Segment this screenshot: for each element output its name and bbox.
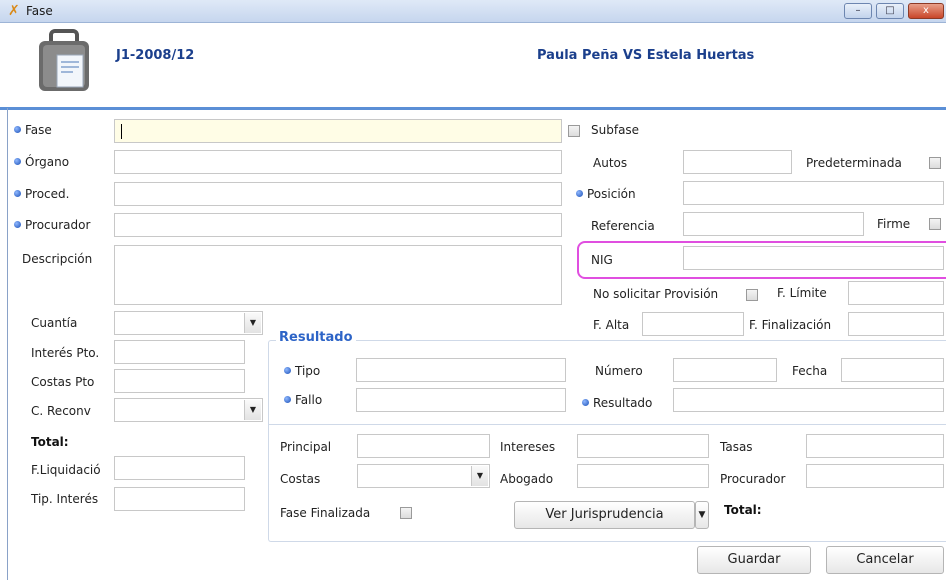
intereses-label: Intereses	[500, 440, 556, 454]
window-left-edge	[7, 108, 8, 580]
cuantia-select[interactable]: ▼	[114, 311, 263, 335]
costas-label: Costas	[280, 472, 321, 486]
proced-input[interactable]	[114, 182, 562, 206]
financial-procurador-input[interactable]	[806, 464, 944, 488]
costas-pto-label: Costas Pto	[31, 375, 95, 389]
chevron-down-icon[interactable]: ▼	[244, 400, 261, 420]
tasas-input[interactable]	[806, 434, 944, 458]
procurador-label: Procurador	[14, 218, 90, 232]
c-reconv-label: C. Reconv	[31, 404, 91, 418]
chevron-down-icon[interactable]: ▼	[244, 313, 261, 333]
organo-input[interactable]	[114, 150, 562, 174]
fase-label: Fase	[14, 123, 52, 137]
save-button[interactable]: Guardar	[697, 546, 811, 574]
required-dot-icon	[582, 399, 589, 406]
fallo-input[interactable]	[356, 388, 566, 412]
fase-finalizada-checkbox[interactable]	[400, 507, 412, 519]
tasas-label: Tasas	[720, 440, 753, 454]
ver-jurisprudencia-dropdown[interactable]: ▼	[695, 501, 709, 529]
ver-jurisprudencia-button[interactable]: Ver Jurisprudencia	[514, 501, 695, 529]
interes-pto-label: Interés Pto.	[31, 346, 100, 360]
posicion-input[interactable]	[683, 181, 944, 205]
firme-label: Firme	[877, 217, 911, 231]
costas-pto-input[interactable]	[114, 369, 245, 393]
case-parties: Paula Peña VS Estela Huertas	[537, 48, 755, 63]
subfase-checkbox[interactable]	[568, 125, 580, 137]
f-liquidacion-label: F.Liquidació	[31, 463, 101, 477]
subfase-label: Subfase	[591, 123, 640, 137]
tip-interes-input[interactable]	[114, 487, 245, 511]
window-titlebar	[0, 0, 946, 23]
nig-input[interactable]	[683, 246, 944, 270]
organo-label: Órgano	[14, 155, 69, 169]
financial-total-label: Total:	[724, 503, 762, 517]
resultado-legend: Resultado	[276, 330, 356, 345]
f-alta-input[interactable]	[642, 312, 744, 336]
firme-checkbox[interactable]	[929, 218, 941, 230]
tip-interes-label: Tip. Interés	[31, 492, 99, 506]
referencia-input[interactable]	[683, 212, 864, 236]
app-icon: ✗	[8, 3, 20, 19]
fecha-label: Fecha	[792, 364, 828, 378]
case-number: J1-2008/12	[116, 48, 195, 63]
briefcase-icon	[37, 29, 93, 93]
nig-label: NIG	[591, 253, 613, 267]
cancel-button[interactable]: Cancelar	[826, 546, 944, 574]
intereses-input[interactable]	[577, 434, 709, 458]
principal-label: Principal	[280, 440, 332, 454]
numero-label: Número	[595, 364, 643, 378]
abogado-input[interactable]	[577, 464, 709, 488]
required-dot-icon	[14, 126, 21, 133]
procurador-input[interactable]	[114, 213, 562, 237]
resultado-input[interactable]	[673, 388, 944, 412]
autos-label: Autos	[593, 156, 628, 170]
predeterminada-checkbox[interactable]	[929, 157, 941, 169]
abogado-label: Abogado	[500, 472, 554, 486]
descripcion-label: Descripción	[22, 252, 93, 266]
f-liquidacion-input[interactable]	[114, 456, 245, 480]
autos-input[interactable]	[683, 150, 792, 174]
f-alta-label: F. Alta	[593, 318, 630, 332]
required-dot-icon	[284, 396, 291, 403]
predeterminada-label: Predeterminada	[806, 156, 902, 170]
group-divider	[269, 424, 946, 425]
close-button[interactable]: x	[908, 3, 944, 19]
f-finalizacion-label: F. Finalización	[749, 318, 832, 332]
f-finalizacion-input[interactable]	[848, 312, 944, 336]
proced-label: Proced.	[14, 187, 69, 201]
posicion-label: Posición	[576, 187, 636, 201]
required-dot-icon	[284, 367, 291, 374]
fase-input[interactable]	[114, 119, 562, 143]
chevron-down-icon[interactable]: ▼	[471, 466, 488, 486]
cuantia-label: Cuantía	[31, 316, 78, 330]
resultado-label: Resultado	[582, 396, 652, 410]
chevron-down-icon[interactable]: ▼	[699, 510, 706, 520]
required-dot-icon	[576, 190, 583, 197]
fecha-input[interactable]	[841, 358, 944, 382]
principal-input[interactable]	[357, 434, 490, 458]
required-dot-icon	[14, 221, 21, 228]
numero-input[interactable]	[673, 358, 777, 382]
required-dot-icon	[14, 190, 21, 197]
maximize-button[interactable]: □	[876, 3, 904, 19]
tipo-input[interactable]	[356, 358, 566, 382]
interes-pto-input[interactable]	[114, 340, 245, 364]
fase-finalizada-label: Fase Finalizada	[280, 506, 371, 520]
minimize-button[interactable]: –	[844, 3, 872, 19]
fallo-label: Fallo	[284, 393, 322, 407]
no-solicitar-checkbox[interactable]	[746, 289, 758, 301]
descripcion-textarea[interactable]	[114, 245, 562, 305]
window-title: Fase	[26, 4, 53, 18]
f-limite-label: F. Límite	[777, 286, 827, 300]
financial-procurador-label: Procurador	[720, 472, 786, 486]
f-limite-input[interactable]	[848, 281, 944, 305]
tipo-label: Tipo	[284, 364, 320, 378]
required-dot-icon	[14, 158, 21, 165]
no-solicitar-label: No solicitar Provisión	[593, 287, 719, 301]
costas-select[interactable]: ▼	[357, 464, 490, 488]
c-reconv-select[interactable]: ▼	[114, 398, 263, 422]
left-total-label: Total:	[31, 435, 69, 449]
referencia-label: Referencia	[591, 219, 655, 233]
case-header	[0, 23, 946, 110]
